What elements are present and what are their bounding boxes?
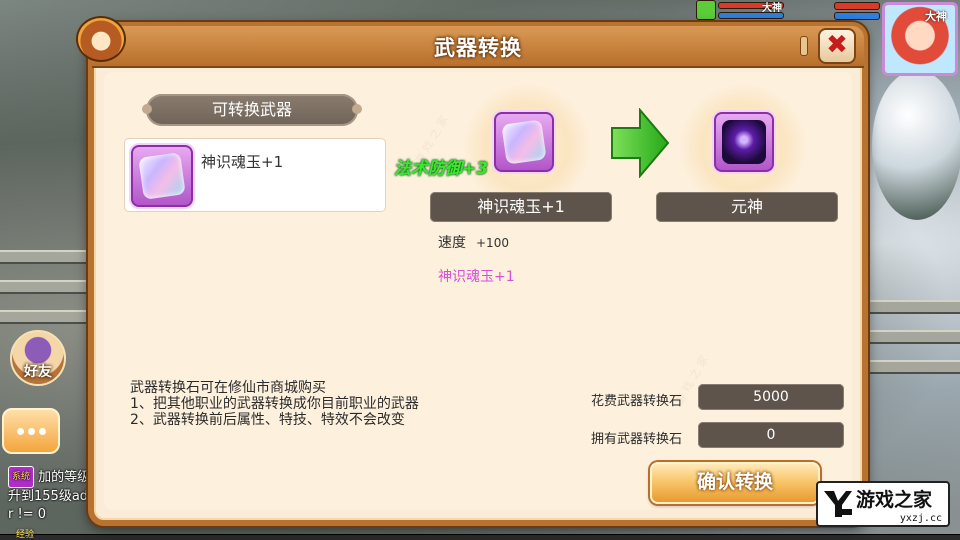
owned-value: 0: [698, 422, 844, 448]
soul-orb-icon[interactable]: [714, 112, 774, 172]
player-hp-bar: [834, 2, 880, 10]
target-tag: 大神: [762, 3, 782, 14]
stone-step: [0, 310, 90, 324]
stat-label: 速度: [438, 235, 466, 251]
floating-stat-text: 法术防御+3: [394, 159, 489, 179]
stone-step: [868, 360, 960, 374]
owned-label: 拥有武器转换石: [590, 432, 682, 447]
weapon-list-item[interactable]: 神识魂玉+1: [124, 138, 386, 212]
stone-step: [0, 250, 90, 264]
set-name: 神识魂玉+1: [438, 269, 515, 285]
cost-label: 花费武器转换石: [590, 394, 682, 409]
chat-line: 加的等级: [38, 470, 91, 485]
source-name-plate: 神识魂玉+1: [430, 192, 612, 222]
stat-value: +100: [476, 236, 509, 250]
system-chat-log: 系统 加的等级 升到155级ad r != 0: [8, 466, 90, 524]
dialog-title-bar: 武器转换 ✖: [92, 26, 864, 68]
stat-line: 速度 +100: [438, 232, 509, 252]
dialog-body: 游 戏 之 家 游 戏 之 家 可转换武器 神识魂玉+1 法术防御+3 神识魂玉…: [104, 72, 852, 510]
weapon-list-item-name: 神识魂玉+1: [201, 153, 284, 171]
target-status-bars: 大神: [696, 0, 826, 22]
logo-mark-icon: [824, 491, 852, 517]
cost-value: 5000: [698, 384, 844, 410]
player-portrait[interactable]: 大神: [882, 2, 958, 76]
logo-cn-text: 游戏之家: [856, 489, 933, 511]
confirm-convert-button[interactable]: 确认转换: [650, 462, 820, 504]
stone-step: [868, 330, 960, 344]
buff-icon[interactable]: [696, 0, 716, 20]
snow-tree: [872, 70, 960, 220]
portrait-tag: 大神: [925, 10, 947, 23]
experience-label: 经验: [16, 530, 35, 540]
stone-step: [0, 280, 90, 294]
friends-label: 好友: [24, 364, 52, 380]
chat-button[interactable]: [2, 408, 60, 454]
weapon-convert-dialog: 武器转换 ✖ 游 戏 之 家 游 戏 之 家 可转换武器 神识魂玉+1 法术防御…: [76, 16, 868, 526]
stone-step: [868, 300, 960, 314]
chat-line: 升到155级ad: [8, 489, 89, 504]
description-line: 2、武器转换前后属性、特技、特效不会改变: [130, 412, 405, 428]
chat-line: r != 0: [8, 507, 46, 522]
site-logo: 游戏之家 yxzj.cc: [816, 481, 950, 527]
gem-icon[interactable]: [494, 112, 554, 172]
description-line: 1、把其他职业的武器转换成你目前职业的武器: [130, 396, 419, 412]
friends-button[interactable]: 好友: [10, 330, 66, 386]
logo-en-text: yxzj.cc: [899, 513, 942, 524]
chat-dot-icon: [38, 427, 46, 435]
chat-dot-icon: [16, 427, 24, 435]
player-mp-bar: [834, 12, 880, 20]
monkey-head-icon: [76, 16, 126, 62]
experience-bar: 经验: [0, 530, 960, 540]
description-line: 武器转换石可在修仙市商城购买: [130, 380, 326, 396]
dialog-title: 武器转换: [434, 36, 522, 60]
chat-dot-icon: [27, 427, 35, 435]
description-block: 武器转换石可在修仙市商城购买 1、把其他职业的武器转换成你目前职业的武器 2、武…: [130, 380, 419, 428]
target-name-plate: 元神: [656, 192, 838, 222]
system-badge: 系统: [8, 466, 35, 488]
gem-icon: [131, 145, 193, 207]
convertible-weapons-header: 可转换武器: [142, 94, 362, 126]
conversion-arrow-icon: [611, 108, 670, 178]
close-button[interactable]: ✖: [818, 28, 856, 64]
